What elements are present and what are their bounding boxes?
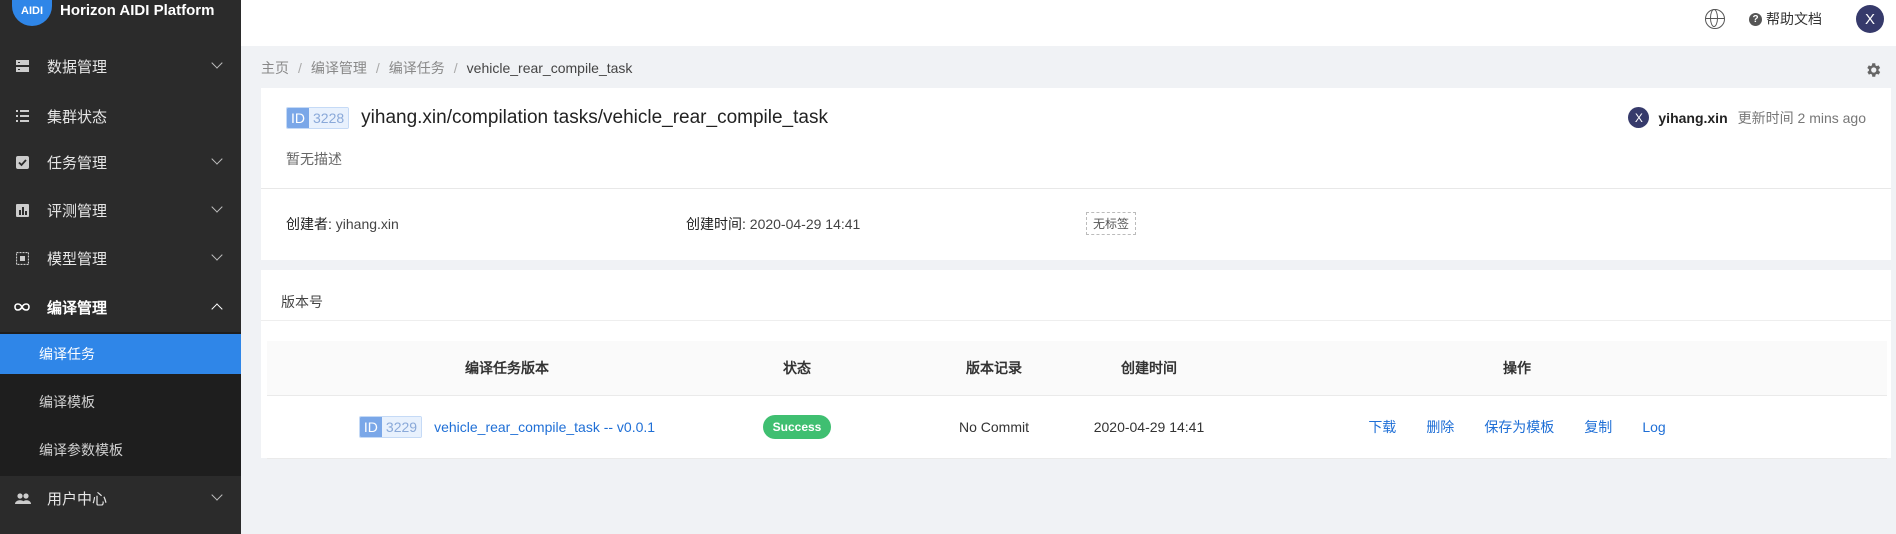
version-link[interactable]: vehicle_rear_compile_task -- v0.0.1 bbox=[434, 419, 655, 435]
task-id-tag: ID 3228 bbox=[286, 107, 350, 129]
created-meta: 创建时间: 2020-04-29 14:41 bbox=[686, 214, 860, 234]
sidebar-item-cluster[interactable]: 集群状态 bbox=[0, 92, 241, 140]
breadcrumb-current: vehicle_rear_compile_task bbox=[466, 60, 633, 76]
task-title-row: ID 3228 yihang.xin/compilation tasks/veh… bbox=[286, 107, 828, 129]
table-row: ID 3229 vehicle_rear_compile_task -- v0.… bbox=[267, 396, 1887, 459]
top-bar: ? 帮助文档 X bbox=[241, 0, 1896, 46]
created-label: 创建时间: bbox=[686, 216, 746, 232]
id-value: 3228 bbox=[309, 108, 349, 128]
updated-time: 更新时间 2 mins ago bbox=[1737, 109, 1866, 126]
versions-title: 版本号 bbox=[281, 294, 323, 310]
sidebar-item-label: 任务管理 bbox=[47, 154, 108, 172]
question-circle-icon: ? bbox=[1749, 12, 1762, 26]
sidebar-item-tasks[interactable]: 任务管理 bbox=[0, 138, 241, 186]
chevron-down-icon bbox=[211, 249, 223, 261]
creator-label: 创建者: bbox=[286, 216, 332, 232]
settings-gear-icon[interactable] bbox=[1864, 61, 1882, 79]
task-owner: X yihang.xin 更新时间 2 mins ago bbox=[1628, 107, 1866, 128]
column-header-created: 创建时间 bbox=[1121, 360, 1177, 376]
help-docs-link[interactable]: 帮助文档 bbox=[1766, 9, 1822, 29]
model-icon bbox=[15, 251, 29, 265]
chevron-down-icon bbox=[211, 153, 223, 165]
created-cell: 2020-04-29 14:41 bbox=[1093, 419, 1205, 435]
breadcrumb-compile-mgmt[interactable]: 编译管理 bbox=[311, 60, 367, 76]
version-id-tag: ID 3229 bbox=[358, 416, 423, 438]
owner-avatar[interactable]: X bbox=[1628, 107, 1650, 128]
sidebar-item-user-center[interactable]: 用户中心 bbox=[0, 474, 241, 522]
user-avatar[interactable]: X bbox=[1856, 5, 1884, 33]
sidebar-item-evaluation[interactable]: 评测管理 bbox=[0, 186, 241, 234]
delete-button[interactable]: 删除 bbox=[1426, 417, 1454, 437]
compile-submenu: 编译任务 编译模板 编译参数模板 bbox=[0, 332, 241, 476]
table-header: 编译任务版本 状态 版本记录 创建时间 操作 bbox=[267, 341, 1887, 396]
globe-icon[interactable] bbox=[1705, 9, 1725, 29]
owner-name[interactable]: yihang.xin bbox=[1658, 110, 1727, 126]
id-key: ID bbox=[287, 108, 309, 128]
sidebar-item-models[interactable]: 模型管理 bbox=[0, 234, 241, 282]
creator-meta: 创建者: yihang.xin bbox=[286, 214, 399, 234]
chevron-down-icon bbox=[211, 57, 223, 69]
task-title: yihang.xin/compilation tasks/vehicle_rea… bbox=[361, 107, 828, 128]
breadcrumb-home[interactable]: 主页 bbox=[261, 60, 289, 76]
actions-cell: 下载 删除 保存为模板 复制 Log bbox=[1322, 396, 1712, 458]
sidebar-item-compile[interactable]: 编译管理 bbox=[0, 283, 241, 331]
database-icon bbox=[15, 59, 29, 73]
download-button[interactable]: 下载 bbox=[1368, 417, 1396, 437]
top-right-tools: ? 帮助文档 X bbox=[1705, 5, 1884, 33]
chevron-down-icon bbox=[211, 201, 223, 213]
status-cell: Success bbox=[697, 396, 897, 458]
id-key: ID bbox=[359, 417, 382, 437]
chevron-up-icon bbox=[211, 303, 223, 315]
list-icon bbox=[15, 109, 29, 123]
sidebar-subitem-compile-tasks[interactable]: 编译任务 bbox=[0, 334, 241, 374]
breadcrumb: 主页 / 编译管理 / 编译任务 / vehicle_rear_compile_task bbox=[261, 60, 633, 76]
bar-chart-icon bbox=[15, 203, 29, 217]
subitem-label: 编译模板 bbox=[39, 394, 95, 410]
subitem-label: 编译任务 bbox=[39, 346, 95, 362]
subitem-label: 编译参数模板 bbox=[39, 442, 123, 458]
sidebar-item-label: 集群状态 bbox=[47, 108, 108, 126]
status-badge: Success bbox=[762, 415, 832, 439]
app-logo[interactable]: AIDI bbox=[12, 0, 52, 26]
sidebar-item-label: 模型管理 bbox=[47, 250, 108, 268]
save-as-template-button[interactable]: 保存为模板 bbox=[1484, 417, 1554, 437]
column-header-version: 编译任务版本 bbox=[465, 360, 549, 376]
creator-value: yihang.xin bbox=[335, 216, 399, 232]
sidebar-item-label: 评测管理 bbox=[47, 202, 108, 220]
brand: AIDI Horizon AIDI Platform bbox=[0, 0, 241, 48]
version-cell: ID 3229 vehicle_rear_compile_task -- v0.… bbox=[267, 396, 747, 458]
copy-button[interactable]: 复制 bbox=[1584, 417, 1612, 437]
created-value: 2020-04-29 14:41 bbox=[749, 216, 861, 232]
versions-card: 版本号 编译任务版本 状态 版本记录 创建时间 操作 ID 3229 vehic… bbox=[261, 270, 1891, 459]
users-icon bbox=[15, 491, 31, 505]
breadcrumb-compile-tasks[interactable]: 编译任务 bbox=[389, 60, 445, 76]
sidebar-item-label: 编译管理 bbox=[47, 299, 108, 317]
task-header-card: ID 3228 yihang.xin/compilation tasks/veh… bbox=[261, 88, 1891, 260]
sidebar: AIDI Horizon AIDI Platform 数据管理 集群状态 任务管… bbox=[0, 0, 241, 534]
id-value: 3229 bbox=[381, 417, 422, 437]
sidebar-item-data[interactable]: 数据管理 bbox=[0, 42, 241, 90]
divider bbox=[261, 188, 1891, 189]
tags-empty-badge[interactable]: 无标签 bbox=[1086, 212, 1137, 235]
chevron-down-icon bbox=[211, 489, 223, 501]
divider bbox=[261, 320, 1891, 321]
column-header-actions: 操作 bbox=[1503, 360, 1531, 376]
sidebar-subitem-compile-templates[interactable]: 编译模板 bbox=[0, 382, 241, 422]
column-header-status: 状态 bbox=[783, 360, 811, 376]
infinity-icon bbox=[13, 300, 31, 314]
sidebar-item-label: 用户中心 bbox=[47, 490, 108, 508]
sidebar-subitem-param-templates[interactable]: 编译参数模板 bbox=[0, 430, 241, 470]
task-description: 暂无描述 bbox=[286, 151, 342, 167]
check-square-icon bbox=[15, 155, 29, 169]
sidebar-item-label: 数据管理 bbox=[47, 58, 108, 76]
log-button[interactable]: Log bbox=[1642, 419, 1665, 435]
app-name: Horizon AIDI Platform bbox=[60, 2, 215, 19]
